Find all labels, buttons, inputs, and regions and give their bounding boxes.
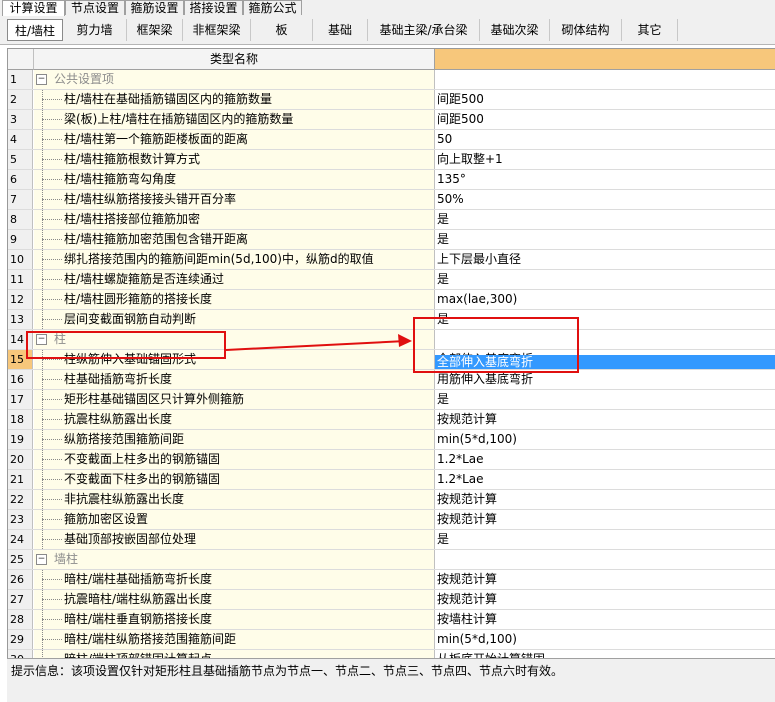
sub-tab-foundation[interactable]: 基础 — [313, 19, 368, 41]
hint-status-bar: 提示信息：该项设置仅针对矩形柱且基础插筋节点为节点一、节点二、节点三、节点四、节… — [7, 658, 775, 702]
top-tab-calc-settings[interactable]: 计算设置 — [2, 0, 65, 17]
settings-grid: 类型名称 1− 公共设置项 2 柱/墙柱在基础插筋锚固区内的箍筋数量 间距500 3 梁(板… — [7, 48, 775, 659]
sub-tab-bar: 柱/墙柱 剪力墙 框架梁 非框架梁 板 基础 基础主梁/承台梁 基础次梁 砌体结… — [0, 16, 775, 45]
sub-tab-column[interactable]: 柱/墙柱 — [7, 19, 63, 41]
top-tab-stirrup-settings[interactable]: 箍筋设置 — [125, 0, 184, 15]
top-tab-node-settings[interactable]: 节点设置 — [65, 0, 125, 15]
sub-tab-other[interactable]: 其它 — [622, 19, 678, 41]
annotation-box-name — [26, 331, 226, 359]
sub-tab-foundation-secondary-beam[interactable]: 基础次梁 — [480, 19, 550, 41]
annotation-arrow-head — [398, 334, 412, 347]
sub-tab-shear-wall[interactable]: 剪力墙 — [63, 19, 127, 41]
top-tab-stirrup-formula[interactable]: 箍筋公式 — [243, 0, 302, 15]
top-tab-lap-settings[interactable]: 搭接设置 — [184, 0, 243, 15]
sub-tab-frame-beam[interactable]: 框架梁 — [127, 19, 183, 41]
sub-tab-masonry[interactable]: 砌体结构 — [550, 19, 622, 41]
annotation-arrow-line — [225, 340, 407, 351]
top-tab-strip: 计算设置 节点设置 箍筋设置 搭接设置 箍筋公式 — [0, 0, 775, 17]
sub-tab-nonframe-beam[interactable]: 非框架梁 — [183, 19, 251, 41]
annotation-box-value — [413, 317, 579, 373]
sub-tab-slab[interactable]: 板 — [251, 19, 313, 41]
sub-tab-foundation-main-beam[interactable]: 基础主梁/承台梁 — [368, 19, 480, 41]
